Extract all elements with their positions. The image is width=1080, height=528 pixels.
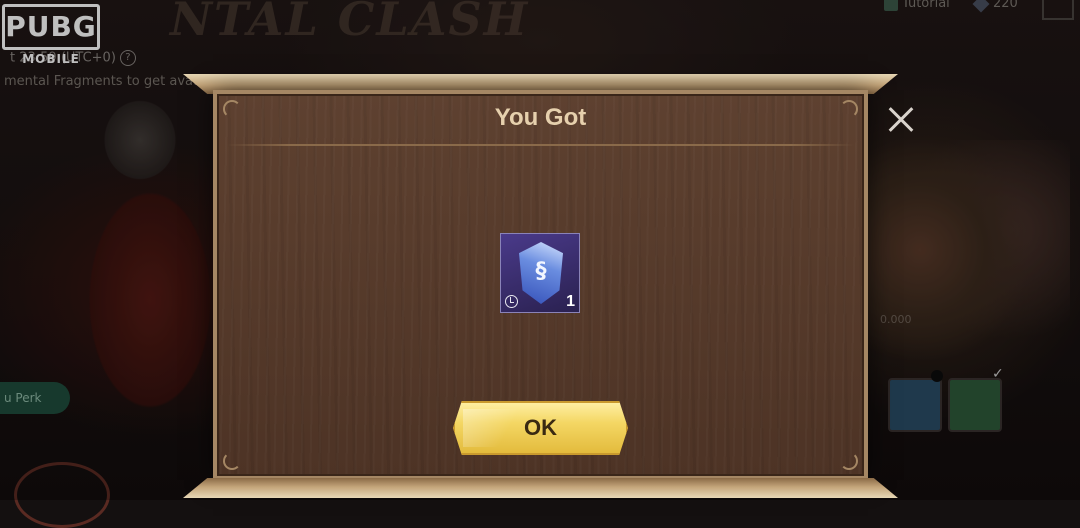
ok-button[interactable]: OK — [453, 401, 628, 455]
title-divider — [227, 144, 854, 146]
dragon-icon: § — [535, 259, 547, 284]
corner-ornament — [223, 452, 241, 470]
item-quantity: 1 — [566, 293, 575, 310]
close-icon[interactable] — [883, 102, 919, 138]
corner-ornament — [840, 452, 858, 470]
dialog-title: You Got — [494, 104, 587, 131]
reward-item[interactable]: § 1 — [500, 233, 580, 313]
time-limited-icon — [505, 295, 518, 308]
ok-button-label: OK — [524, 415, 557, 440]
modal-bottom-trim — [183, 478, 898, 498]
